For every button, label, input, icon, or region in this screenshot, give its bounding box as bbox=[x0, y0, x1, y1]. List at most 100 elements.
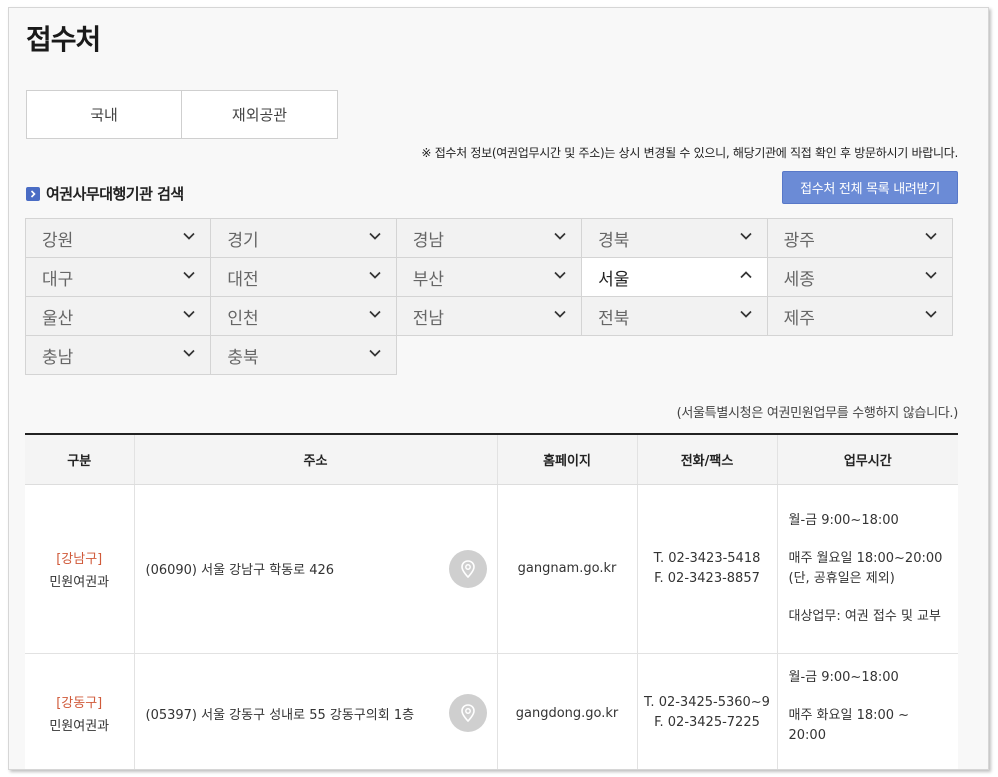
region-label: 제주 bbox=[783, 308, 815, 329]
region-label: 세종 bbox=[783, 269, 815, 290]
chevron-down-icon bbox=[924, 228, 938, 248]
region-label: 부산 bbox=[412, 269, 445, 290]
chevron-down-icon bbox=[924, 267, 938, 287]
region-label: 강원 bbox=[42, 230, 74, 251]
region-label: 광주 bbox=[783, 230, 815, 251]
region-row: 울산 인천 전남 전북 제주 bbox=[25, 296, 957, 336]
region-label: 전남 bbox=[412, 308, 445, 329]
office-table: 구분 주소 홈페이지 전화/팩스 업무시간 [강남구] 민원여권과 (06090… bbox=[25, 433, 958, 769]
region-dropdown[interactable]: 충남 bbox=[25, 335, 212, 375]
tab-overseas[interactable]: 재외공관 bbox=[182, 90, 338, 139]
table-header-row: 구분 주소 홈페이지 전화/팩스 업무시간 bbox=[25, 434, 958, 485]
chevron-right-icon bbox=[26, 186, 40, 201]
download-list-button[interactable]: 접수처 전체 목록 내려받기 bbox=[782, 171, 958, 204]
region-dropdown[interactable]: 서울 bbox=[581, 257, 768, 297]
region-dropdown[interactable]: 부산 bbox=[395, 257, 583, 297]
homepage-cell: gangdong.go.kr bbox=[497, 653, 638, 769]
map-pin-icon[interactable] bbox=[448, 549, 487, 588]
homepage-link[interactable]: gangnam.go.kr bbox=[518, 561, 617, 576]
region-dropdown[interactable]: 대구 bbox=[25, 257, 212, 297]
chevron-down-icon bbox=[739, 228, 753, 248]
region-row: 강원 경기 경남 경북 광주 bbox=[25, 218, 957, 258]
fax-number: F. 02-3423-8857 bbox=[654, 570, 760, 586]
department-label: 민원여권과 bbox=[49, 719, 110, 734]
hours-cell: 월-금 9:00~18:00 매주 화요일 18:00 ~ 20:00 bbox=[777, 653, 958, 769]
district-label: [강동구] bbox=[56, 696, 103, 711]
region-label: 울산 bbox=[42, 308, 74, 329]
category-cell: [강남구] 민원여권과 bbox=[25, 484, 135, 654]
region-dropdown[interactable]: 전북 bbox=[581, 296, 768, 336]
region-label: 대구 bbox=[42, 269, 74, 290]
region-dropdown[interactable]: 경기 bbox=[210, 218, 397, 258]
map-pin-icon[interactable] bbox=[448, 694, 487, 732]
seoul-notice: (서울특별시청은 여권민원업무를 수행하지 않습니다.) bbox=[676, 406, 959, 421]
region-dropdown[interactable]: 인천 bbox=[210, 296, 397, 336]
hours-services: 대상업무: 여권 접수 및 교부 bbox=[788, 608, 941, 624]
hours-weekday: 월-금 9:00~18:00 bbox=[788, 669, 899, 685]
col-header-address: 주소 bbox=[134, 434, 498, 485]
phone-cell: T. 02-3423-5418 F. 02-3423-8857 bbox=[637, 484, 778, 654]
chevron-down-icon bbox=[182, 306, 196, 326]
category-cell: [강동구] 민원여권과 bbox=[25, 653, 135, 769]
region-dropdown[interactable]: 광주 bbox=[766, 218, 953, 258]
tab-bar: 국내 재외공관 bbox=[26, 90, 338, 139]
chevron-down-icon bbox=[368, 267, 382, 287]
col-header-phone-fax: 전화/팩스 bbox=[637, 434, 778, 485]
col-header-homepage: 홈페이지 bbox=[497, 434, 638, 485]
fax-number: F. 02-3425-7225 bbox=[654, 715, 760, 730]
address-cell: (06090) 서울 강남구 학동로 426 bbox=[134, 484, 498, 654]
region-dropdown[interactable]: 제주 bbox=[766, 296, 953, 336]
region-label: 충북 bbox=[227, 347, 259, 368]
hours-cell: 월-금 9:00~18:00 매주 월요일 18:00~20:00 (단, 공휴… bbox=[777, 484, 958, 654]
tab-domestic[interactable]: 국내 bbox=[26, 90, 182, 139]
region-dropdown[interactable]: 전남 bbox=[395, 296, 583, 336]
region-label: 경기 bbox=[227, 230, 259, 251]
department-label: 민원여권과 bbox=[49, 574, 110, 590]
page-title: 접수처 bbox=[26, 23, 101, 56]
address-text: (06090) 서울 강남구 학동로 426 bbox=[145, 563, 335, 578]
region-label: 대전 bbox=[227, 269, 259, 290]
region-dropdown[interactable]: 울산 bbox=[25, 296, 212, 336]
chevron-down-icon bbox=[182, 267, 196, 287]
phone-number: T. 02-3423-5418 bbox=[653, 550, 761, 566]
region-label: 경북 bbox=[598, 230, 630, 251]
region-dropdown[interactable]: 대전 bbox=[210, 257, 397, 297]
homepage-cell: gangnam.go.kr bbox=[497, 484, 638, 654]
hours-extended: 매주 화요일 18:00 ~ 20:00 bbox=[788, 707, 910, 743]
phone-cell: T. 02-3425-5360~9 F. 02-3425-7225 bbox=[637, 653, 778, 769]
chevron-down-icon bbox=[182, 345, 196, 365]
region-label: 서울 bbox=[598, 269, 630, 290]
district-label: [강남구] bbox=[56, 551, 103, 567]
page-frame: 접수처 국내 재외공관 ※ 접수처 정보(여권업무시간 및 주소)는 상시 변경… bbox=[8, 7, 989, 770]
region-label: 경남 bbox=[412, 230, 445, 251]
chevron-down-icon bbox=[739, 306, 753, 326]
chevron-down-icon bbox=[368, 345, 382, 365]
region-row: 대구 대전 부산 서울 세종 bbox=[25, 257, 957, 297]
col-header-category: 구분 bbox=[25, 434, 135, 485]
region-dropdown[interactable]: 경북 bbox=[581, 218, 768, 258]
address-text: (05397) 서울 강동구 성내로 55 강동구의회 1층 bbox=[145, 707, 415, 723]
region-dropdown[interactable]: 세종 bbox=[766, 257, 953, 297]
region-grid: 강원 경기 경남 경북 광주대구 대전 부산 서울 세종울산 인천 전남 전북 제주충남 충북 bbox=[25, 218, 957, 375]
hours-weekday: 월-금 9:00~18:00 bbox=[788, 512, 899, 528]
chevron-down-icon bbox=[553, 228, 567, 248]
chevron-down-icon bbox=[368, 228, 382, 248]
table-row: [강동구] 민원여권과 (05397) 서울 강동구 성내로 55 강동구의회 … bbox=[25, 653, 958, 769]
section-header: 여권사무대행기관 검색 bbox=[26, 183, 184, 204]
region-dropdown[interactable]: 경남 bbox=[395, 218, 583, 258]
phone-number: T. 02-3425-5360~9 bbox=[644, 695, 770, 710]
table-row: [강남구] 민원여권과 (06090) 서울 강남구 학동로 426 gangn… bbox=[25, 484, 958, 654]
region-label: 인천 bbox=[227, 308, 259, 329]
chevron-up-icon bbox=[739, 267, 753, 287]
hours-extended: 매주 월요일 18:00~20:00 (단, 공휴일은 제외) bbox=[788, 550, 943, 586]
homepage-link[interactable]: gangdong.go.kr bbox=[516, 706, 619, 721]
region-label: 전북 bbox=[598, 308, 630, 329]
chevron-down-icon bbox=[924, 306, 938, 326]
region-dropdown[interactable]: 강원 bbox=[25, 218, 212, 258]
chevron-down-icon bbox=[553, 267, 567, 287]
section-title: 여권사무대행기관 검색 bbox=[46, 185, 184, 203]
chevron-down-icon bbox=[182, 228, 196, 248]
region-dropdown[interactable]: 충북 bbox=[210, 335, 397, 375]
col-header-hours: 업무시간 bbox=[777, 434, 958, 485]
region-label: 충남 bbox=[42, 347, 74, 368]
